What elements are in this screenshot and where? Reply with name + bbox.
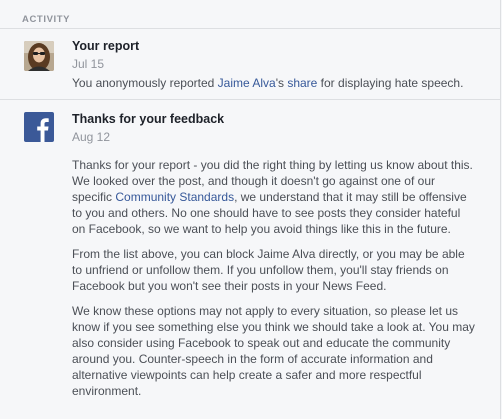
activity-item-report[interactable]: Your report Jul 15 You anonymously repor… — [0, 28, 500, 97]
report-text-prefix: You anonymously reported — [72, 76, 218, 90]
facebook-logo-icon — [24, 112, 54, 142]
feedback-paragraph-1: Thanks for your report - you did the rig… — [72, 157, 476, 237]
user-avatar[interactable] — [24, 41, 54, 71]
user-avatar-image — [24, 41, 54, 71]
share-link[interactable]: share — [287, 76, 317, 90]
feedback-paragraph-3: We know these options may not apply to e… — [72, 304, 475, 398]
feedback-title: Thanks for your feedback — [72, 112, 225, 126]
report-text-mid: 's — [275, 76, 288, 90]
feedback-paragraph-2: From the list above, you can block Jaime… — [72, 247, 465, 293]
report-title: Your report — [72, 39, 140, 53]
report-text-suffix: for displaying hate speech. — [317, 76, 464, 90]
activity-header: ACTIVITY — [22, 14, 71, 25]
community-standards-link[interactable]: Community Standards — [115, 190, 234, 204]
feedback-date[interactable]: Aug 12 — [72, 129, 476, 145]
report-description: You anonymously reported Jaime Alva's sh… — [72, 75, 476, 91]
reported-person-link[interactable]: Jaime Alva — [218, 76, 276, 90]
activity-item-feedback[interactable]: Thanks for your feedback Aug 12 Thanks f… — [0, 99, 500, 419]
report-date[interactable]: Jul 15 — [72, 56, 476, 72]
activity-panel: ACTIVITY Your report Jul 15 You anonymou… — [0, 0, 501, 419]
